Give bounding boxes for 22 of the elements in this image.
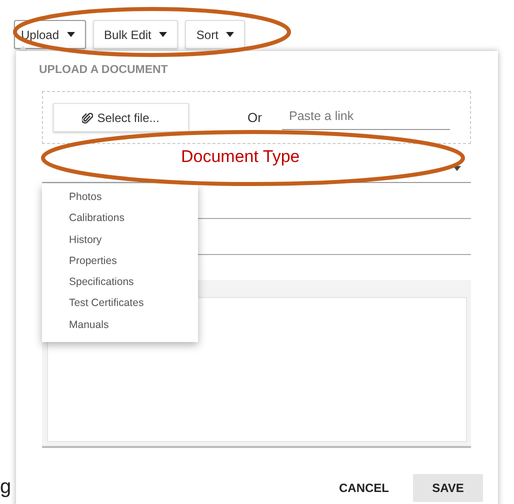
annotation-label: Document Type bbox=[181, 147, 300, 167]
paperclip-icon bbox=[82, 112, 94, 124]
caret-icon bbox=[226, 32, 234, 37]
caret-icon bbox=[453, 166, 461, 171]
menu-item[interactable]: History bbox=[42, 232, 198, 253]
menu-item[interactable]: Test Certificates bbox=[42, 295, 198, 317]
menu-item[interactable]: Photos bbox=[42, 189, 198, 210]
save-button[interactable]: SAVE bbox=[413, 474, 483, 502]
cancel-button[interactable]: CANCEL bbox=[333, 480, 395, 496]
caret-icon bbox=[159, 32, 168, 37]
panel-title: UPLOAD A DOCUMENT bbox=[39, 63, 169, 78]
or-label: Or bbox=[248, 110, 262, 125]
menu-item[interactable]: Calibrations bbox=[42, 210, 198, 232]
pointer-notch-icon bbox=[18, 46, 28, 51]
background-text: g bbox=[0, 476, 12, 499]
toolbar-dropdown-button[interactable]: Bulk Edit bbox=[93, 20, 178, 49]
toolbar-dropdown-button[interactable]: Sort bbox=[185, 20, 246, 49]
select-file-button[interactable]: Select file... bbox=[53, 103, 189, 132]
menu-item[interactable]: Specifications bbox=[42, 274, 198, 296]
menu-item[interactable]: Manuals bbox=[42, 316, 198, 338]
caret-icon bbox=[67, 32, 76, 37]
menu-item[interactable]: Properties bbox=[42, 252, 198, 274]
